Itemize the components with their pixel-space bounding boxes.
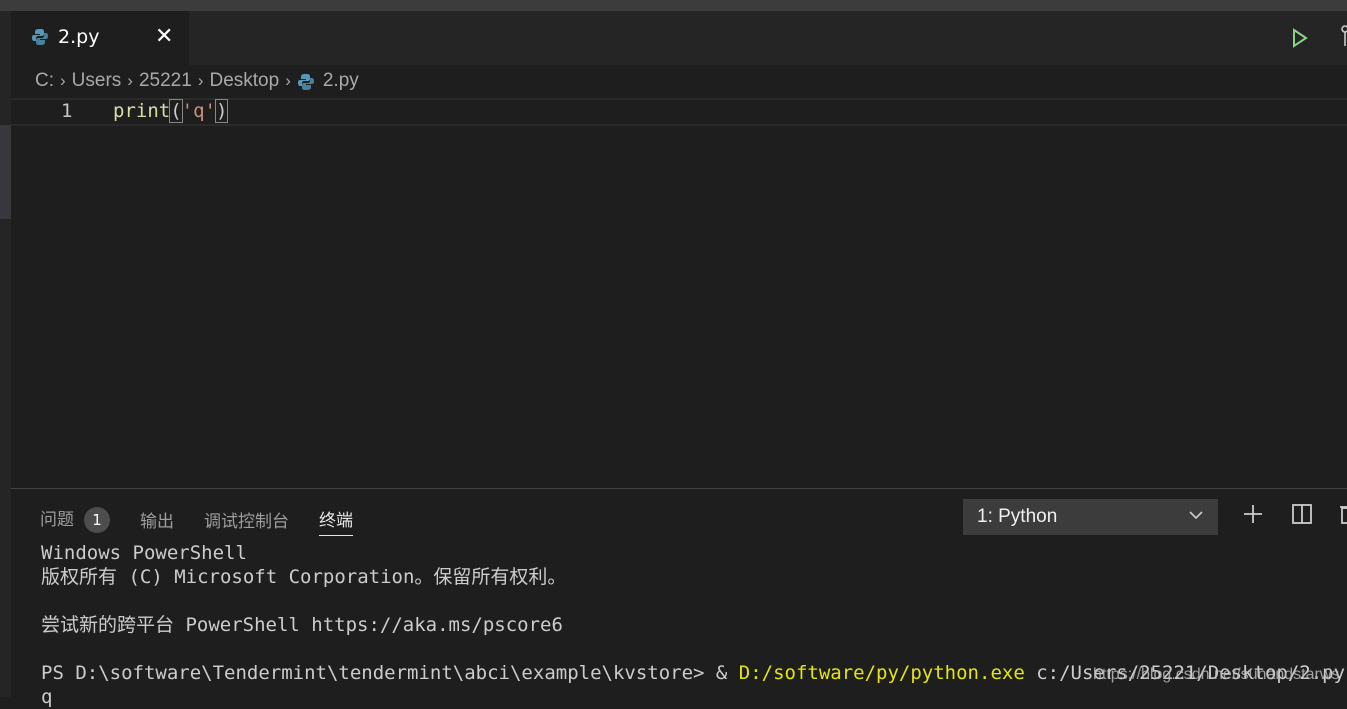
breadcrumb: C: › Users › 25221 › Desktop › 2.py (11, 65, 1347, 97)
python-file-icon (32, 29, 48, 45)
editor-tab-2py[interactable]: 2.py ✕ (11, 11, 189, 65)
tab-problems-label: 问题 (40, 510, 74, 530)
code-function: print (113, 100, 171, 122)
terminal-select-value: 1: Python (977, 506, 1058, 527)
terminal-exe-path: D:/software/py/python.exe (738, 662, 1025, 684)
tab-problems[interactable]: 问题 1 (40, 505, 110, 537)
breadcrumb-desktop[interactable]: Desktop (209, 70, 279, 92)
code-paren-open: ( (169, 99, 183, 123)
breadcrumb-drive[interactable]: C: (35, 70, 54, 92)
chevron-right-icon: › (285, 71, 291, 90)
problems-count-badge: 1 (84, 507, 110, 533)
tab-terminal[interactable]: 终端 (319, 506, 353, 536)
chevron-right-icon: › (60, 71, 66, 90)
activity-bar-edge (0, 11, 11, 697)
add-terminal-icon[interactable] (1242, 503, 1264, 525)
python-file-icon (297, 74, 314, 90)
trash-icon[interactable] (1339, 503, 1347, 525)
code-line[interactable]: print('q') (113, 99, 229, 123)
breadcrumb-user[interactable]: 25221 (139, 70, 192, 92)
code-string: 'q' (181, 100, 216, 122)
terminal-line: 版权所有 (C) Microsoft Corporation。保留所有权利。 (41, 566, 567, 588)
scrollbar-thumb[interactable] (0, 125, 11, 219)
breadcrumb-users[interactable]: Users (72, 70, 122, 92)
terminal-line: Windows PowerShell (41, 542, 247, 564)
tab-debug-console[interactable]: 调试控制台 (204, 507, 289, 536)
breadcrumb-file[interactable]: 2.py (323, 70, 359, 92)
chevron-right-icon: › (127, 71, 133, 90)
chevron-down-icon (1189, 511, 1203, 520)
source-control-icon[interactable] (1339, 24, 1347, 48)
terminal-line: 尝试新的跨平台 PowerShell https://aka.ms/pscore… (41, 614, 563, 636)
run-icon[interactable] (1292, 28, 1308, 48)
terminal-select[interactable]: 1: Python (963, 499, 1218, 535)
split-terminal-icon[interactable] (1291, 503, 1313, 525)
panel-tabs: 问题 1 输出 调试控制台 终端 (40, 505, 383, 537)
line-number: 1 (61, 100, 73, 122)
tab-label: 2.py (58, 26, 100, 48)
terminal-program-output: q (41, 686, 53, 708)
chevron-right-icon: › (197, 71, 204, 90)
terminal-prompt: PS D:\software\Tendermint\tendermint\abc… (41, 662, 739, 684)
code-paren-close: ) (214, 99, 229, 123)
close-icon[interactable]: ✕ (155, 24, 173, 49)
editor-tab-bar: 2.py ✕ (11, 11, 1347, 65)
tab-output[interactable]: 输出 (140, 507, 174, 536)
window-top-strip (0, 0, 1347, 11)
watermark: https://blog.csdn.net/sunandstarws (1093, 666, 1340, 683)
